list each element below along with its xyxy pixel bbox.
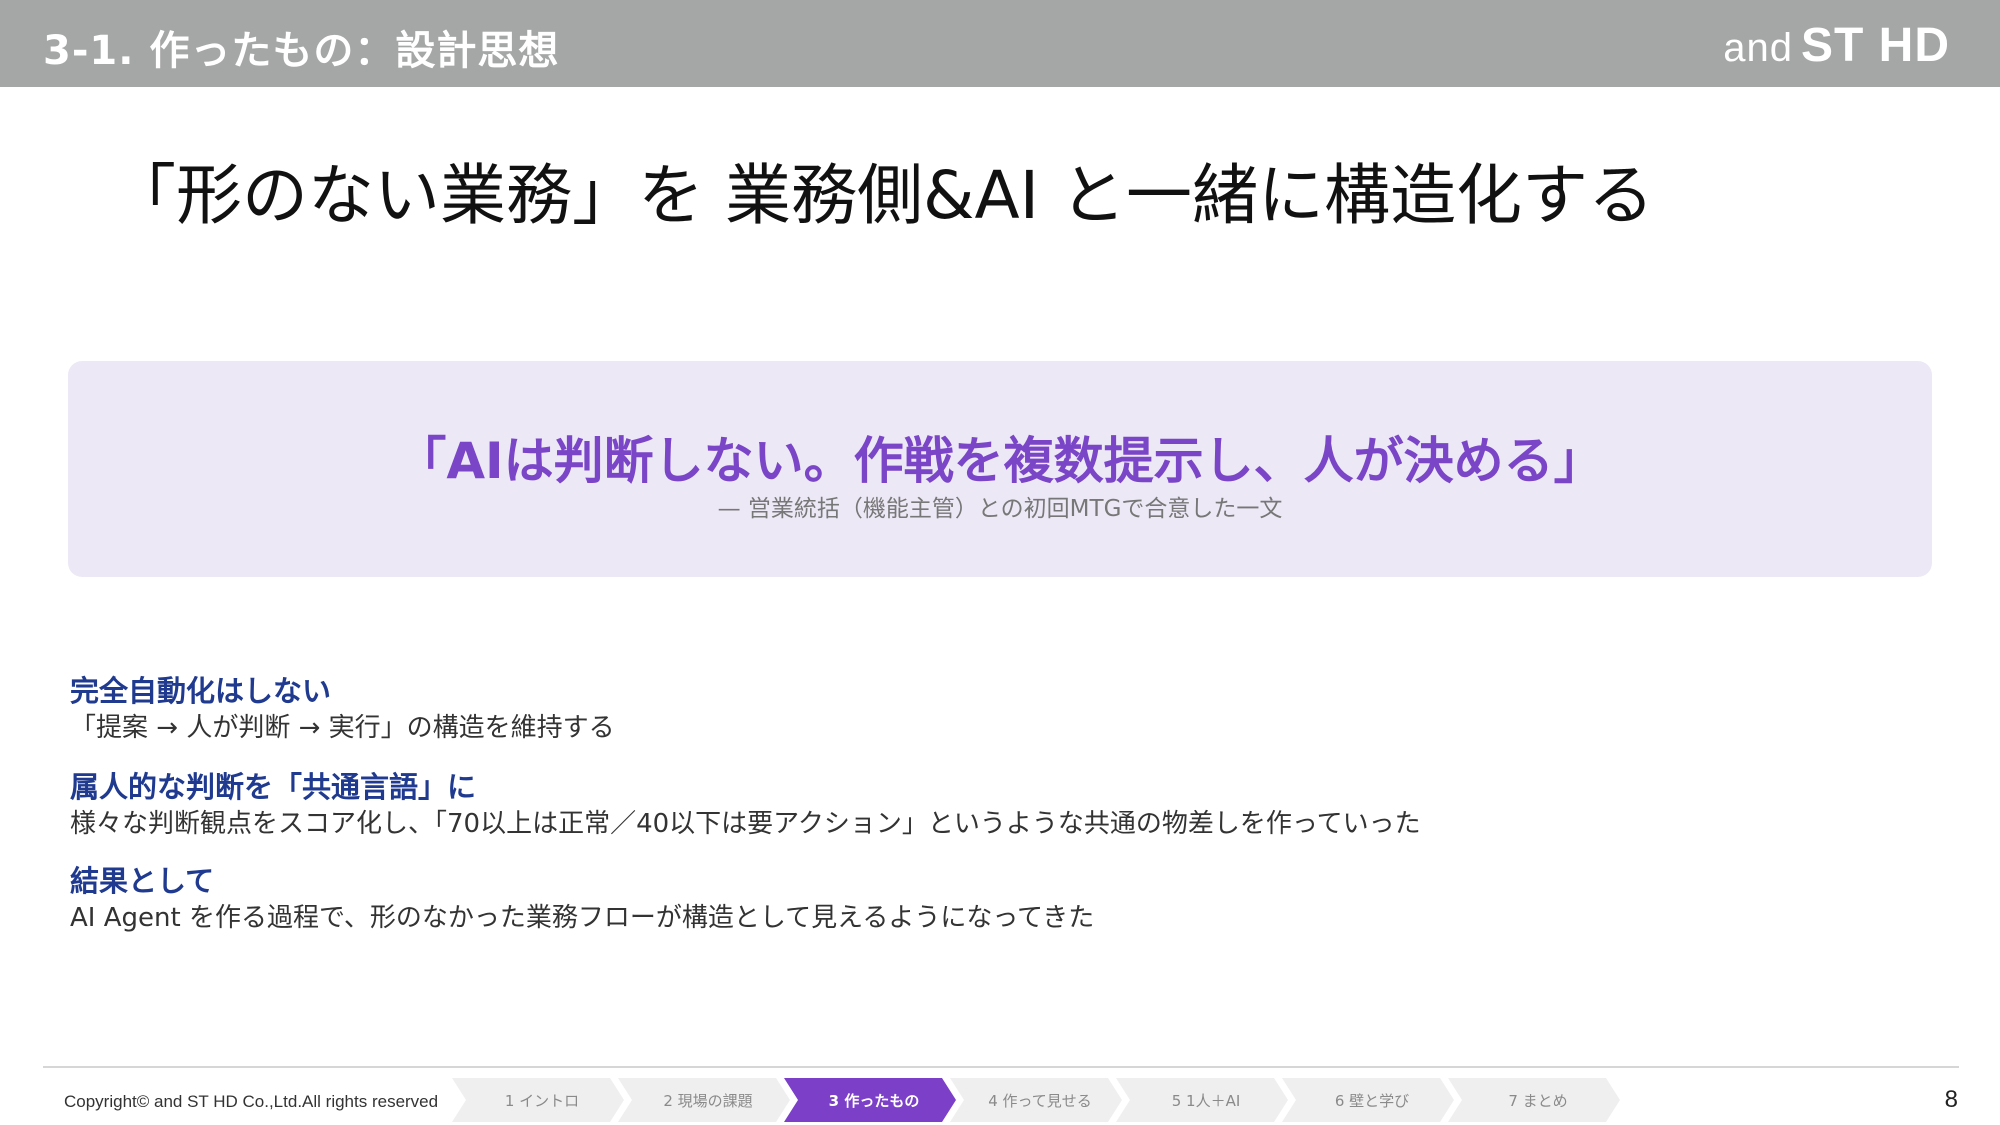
point-title: 属人的な判断を「共通言語」に xyxy=(70,770,477,804)
quote-attribution: — 営業統括（機能主管）との初回MTGで合意した一文 xyxy=(717,496,1283,522)
logo-and: and xyxy=(1723,26,1793,70)
point-title: 結果として xyxy=(70,864,215,898)
point-title: 完全自動化はしない xyxy=(70,674,332,708)
point-body: 様々な判断観点をスコア化し、「70以上は正常／40以下は要アクション」というよう… xyxy=(70,809,1421,839)
quote-box: 「AIは判断しない。作戦を複数提示し、人が決める」 — 営業統括（機能主管）との… xyxy=(68,361,1932,577)
point-item: 結果として AI Agent を作る過程で、形のなかった業務フローが構造として見… xyxy=(70,862,1094,936)
nav-step-demo[interactable]: 4 作って見せる xyxy=(950,1078,1122,1122)
section-title: 3-1. 作ったもの：設計思想 xyxy=(43,28,560,74)
nav-step-summary[interactable]: 7 まとめ xyxy=(1448,1078,1620,1122)
nav-step-built[interactable]: 3 作ったもの xyxy=(784,1078,956,1122)
nav-step-intro[interactable]: 1 イントロ xyxy=(452,1078,624,1122)
slide-headline: 「形のない業務」を 業務側&AI と一緒に構造化する xyxy=(110,157,1655,234)
point-item: 属人的な判断を「共通言語」に 様々な判断観点をスコア化し、「70以上は正常／40… xyxy=(70,768,1421,842)
nav-step-issues[interactable]: 2 現場の課題 xyxy=(618,1078,790,1122)
company-logo: and ST HD xyxy=(1723,18,1950,73)
nav-step-one-plus-ai[interactable]: 5 1人＋AI xyxy=(1116,1078,1288,1122)
point-body: 「提案 → 人が判断 → 実行」の構造を維持する xyxy=(70,713,615,743)
footer-divider xyxy=(43,1066,1959,1068)
quote-main: 「AIは判断しない。作戦を複数提示し、人が決める」 xyxy=(396,432,1604,490)
copyright: Copyright© and ST HD Co.,Ltd.All rights … xyxy=(64,1092,439,1111)
page-number: 8 xyxy=(1944,1086,1958,1113)
point-body: AI Agent を作る過程で、形のなかった業務フローが構造として見えるようにな… xyxy=(70,903,1095,933)
header-bar: 3-1. 作ったもの：設計思想 and ST HD xyxy=(0,0,2000,87)
logo-brand: ST HD xyxy=(1801,19,1950,72)
nav-step-lessons[interactable]: 6 壁と学び xyxy=(1282,1078,1454,1122)
point-item: 完全自動化はしない 「提案 → 人が判断 → 実行」の構造を維持する xyxy=(70,672,615,746)
